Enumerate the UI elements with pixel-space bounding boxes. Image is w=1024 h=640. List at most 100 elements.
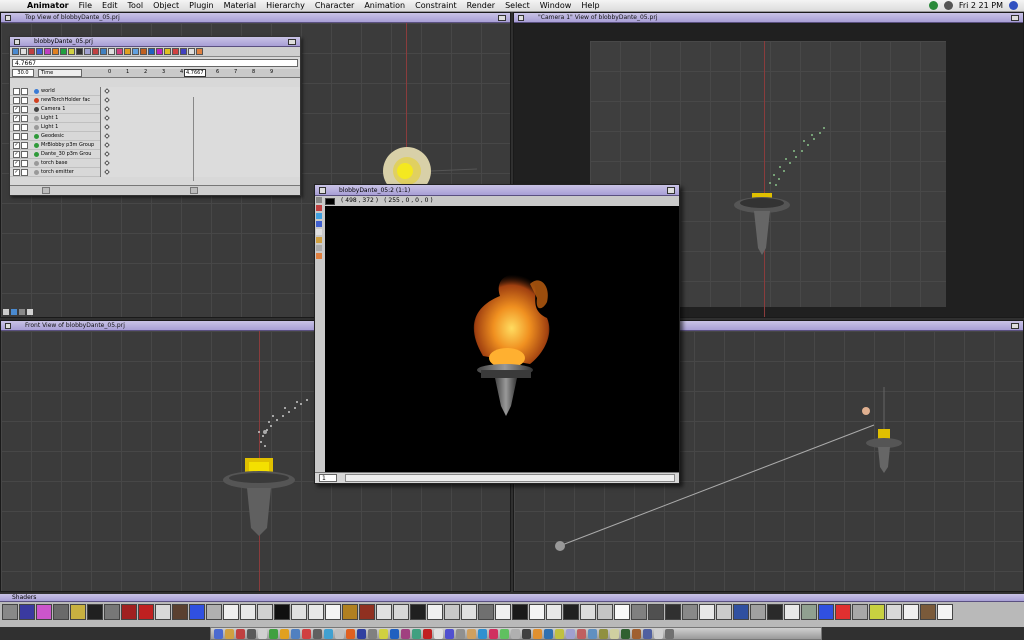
- lock-checkbox[interactable]: [21, 96, 28, 104]
- tool-icon[interactable]: [148, 48, 155, 55]
- dock-app-icon[interactable]: [654, 629, 663, 639]
- keyframe-marker[interactable]: [104, 87, 110, 94]
- dock-app-icon[interactable]: [478, 629, 487, 639]
- shader-swatch[interactable]: [325, 604, 341, 620]
- object-name[interactable]: MrBlobby p3m Group: [34, 142, 100, 148]
- shader-swatch[interactable]: [631, 604, 647, 620]
- visibility-checkbox[interactable]: [13, 123, 20, 131]
- timeline-window[interactable]: blobbyDante_05.prj 4.7667 30.0 Time 0 1 …: [9, 36, 301, 196]
- dock-app-icon[interactable]: [423, 629, 432, 639]
- shader-swatch[interactable]: [308, 604, 324, 620]
- lock-checkbox[interactable]: [21, 87, 28, 95]
- dock-app-icon[interactable]: [214, 629, 223, 639]
- shader-swatch[interactable]: [614, 604, 630, 620]
- pointer-icon[interactable]: [316, 229, 322, 235]
- shader-swatch[interactable]: [546, 604, 562, 620]
- lock-checkbox[interactable]: [21, 141, 28, 149]
- shader-swatch[interactable]: [529, 604, 545, 620]
- shader-swatch[interactable]: [36, 604, 52, 620]
- keyframe-marker[interactable]: [104, 123, 110, 130]
- dock-app-icon[interactable]: [346, 629, 355, 639]
- value-field[interactable]: 4.7667: [12, 59, 298, 67]
- zoom-icon[interactable]: [316, 245, 322, 251]
- keyframe-marker[interactable]: [104, 168, 110, 175]
- menu-hierarchy[interactable]: Hierarchy: [261, 1, 310, 10]
- shader-swatch[interactable]: [478, 604, 494, 620]
- dock-app-icon[interactable]: [511, 629, 520, 639]
- tool-icon[interactable]: [12, 48, 19, 55]
- dock-app-icon[interactable]: [467, 629, 476, 639]
- shader-swatch[interactable]: [291, 604, 307, 620]
- tool-icon[interactable]: [68, 48, 75, 55]
- volume-icon[interactable]: [943, 1, 953, 10]
- tool-icon[interactable]: [180, 48, 187, 55]
- object-name[interactable]: world: [34, 88, 100, 94]
- tool-icon[interactable]: [36, 48, 43, 55]
- shader-swatch[interactable]: [257, 604, 273, 620]
- dock-app-icon[interactable]: [225, 629, 234, 639]
- dock-app-icon[interactable]: [445, 629, 454, 639]
- tool-icon[interactable]: [188, 48, 195, 55]
- render-canvas[interactable]: [325, 206, 679, 472]
- close-box-icon[interactable]: [5, 323, 11, 329]
- shader-swatch[interactable]: [648, 604, 664, 620]
- tool-icon[interactable]: [164, 48, 171, 55]
- shader-swatch[interactable]: [359, 604, 375, 620]
- shader-swatch[interactable]: [376, 604, 392, 620]
- tool-icon[interactable]: [20, 48, 27, 55]
- shader-swatch[interactable]: [903, 604, 919, 620]
- shader-swatch[interactable]: [580, 604, 596, 620]
- shader-swatch[interactable]: [665, 604, 681, 620]
- picker-icon[interactable]: [316, 253, 322, 259]
- object-name[interactable]: Camera 1: [34, 106, 100, 112]
- view-tool-icon[interactable]: [11, 309, 17, 315]
- timeline-row[interactable]: ✓ torch emitter: [10, 167, 300, 177]
- dock-app-icon[interactable]: [489, 629, 498, 639]
- tool-icon[interactable]: [108, 48, 115, 55]
- tool-icon[interactable]: [60, 48, 67, 55]
- visibility-checkbox[interactable]: ✓: [13, 141, 20, 149]
- dock-app-icon[interactable]: [335, 629, 344, 639]
- shader-swatch[interactable]: [818, 604, 834, 620]
- keyframe-track[interactable]: [100, 167, 300, 177]
- shader-swatch[interactable]: [274, 604, 290, 620]
- menu-edit[interactable]: Edit: [97, 1, 123, 10]
- dock-app-icon[interactable]: [401, 629, 410, 639]
- view-tool-icon[interactable]: [27, 309, 33, 315]
- shader-swatch[interactable]: [869, 604, 885, 620]
- menu-tool[interactable]: Tool: [123, 1, 149, 10]
- spotlight-icon[interactable]: [1009, 1, 1018, 10]
- shader-swatch[interactable]: [427, 604, 443, 620]
- shader-swatch[interactable]: [937, 604, 953, 620]
- page-field[interactable]: 1: [319, 474, 337, 482]
- render-scrollbar[interactable]: [345, 474, 675, 482]
- lock-checkbox[interactable]: [21, 114, 28, 122]
- menu-constraint[interactable]: Constraint: [410, 1, 461, 10]
- dock-app-icon[interactable]: [544, 629, 553, 639]
- object-name[interactable]: newTorchHolder fac: [34, 97, 100, 103]
- menu-render[interactable]: Render: [462, 1, 500, 10]
- keyframe-track[interactable]: [100, 95, 300, 105]
- lock-checkbox[interactable]: [21, 105, 28, 113]
- zoom-box-icon[interactable]: [1011, 323, 1019, 329]
- menu-material[interactable]: Material: [219, 1, 262, 10]
- menu-plugin[interactable]: Plugin: [184, 1, 219, 10]
- tool-icon[interactable]: [52, 48, 59, 55]
- shader-swatch[interactable]: [2, 604, 18, 620]
- visibility-checkbox[interactable]: [13, 132, 20, 140]
- shader-swatch[interactable]: [801, 604, 817, 620]
- dock-app-icon[interactable]: [643, 629, 652, 639]
- object-name[interactable]: torch base: [34, 160, 100, 166]
- dock-app-icon[interactable]: [357, 629, 366, 639]
- object-name[interactable]: Light 1: [34, 124, 100, 130]
- shader-swatch[interactable]: [189, 604, 205, 620]
- lock-checkbox[interactable]: [21, 132, 28, 140]
- dock-app-icon[interactable]: [434, 629, 443, 639]
- object-name[interactable]: Geodesic: [34, 133, 100, 139]
- keyframe-marker[interactable]: [104, 159, 110, 166]
- visibility-checkbox[interactable]: [13, 87, 20, 95]
- tool-icon[interactable]: [316, 213, 322, 219]
- menu-file[interactable]: File: [74, 1, 97, 10]
- dock-app-icon[interactable]: [456, 629, 465, 639]
- object-name[interactable]: Light 1: [34, 115, 100, 121]
